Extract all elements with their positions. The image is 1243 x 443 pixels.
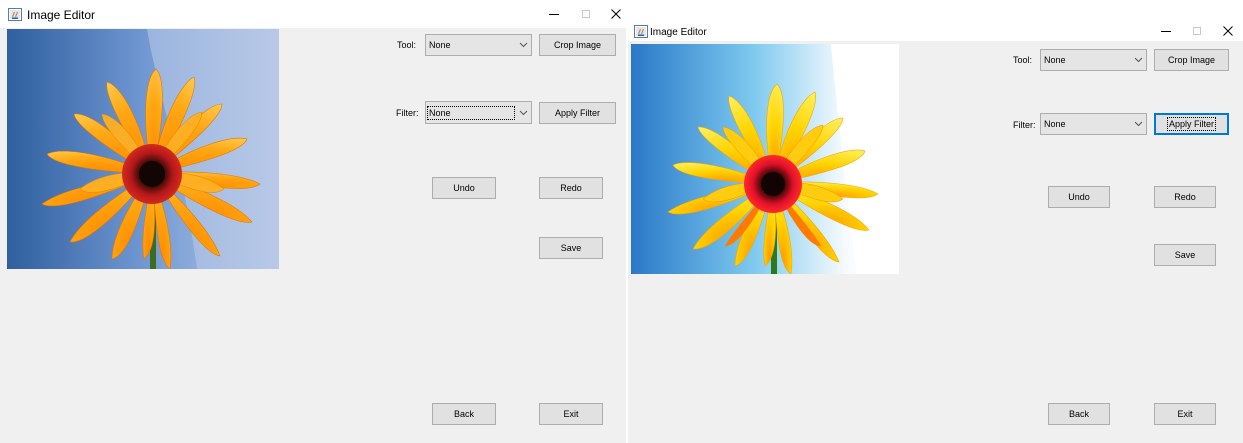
minimize-button[interactable] — [1155, 21, 1177, 41]
tool-dropdown[interactable]: None — [425, 34, 532, 56]
undo-button[interactable]: Undo — [432, 177, 496, 199]
redo-button[interactable]: Redo — [1154, 186, 1216, 208]
title-bar[interactable]: Image Editor — [0, 0, 626, 28]
close-icon — [1223, 26, 1233, 36]
flower-image — [631, 44, 899, 274]
image-editor-window-filtered: Image Editor Image Editor — [628, 21, 1243, 443]
close-icon — [611, 9, 621, 19]
image-display-filtered — [631, 44, 899, 274]
image-editor-window-original: Image Editor Tool: None Crop Image Filte… — [0, 0, 626, 443]
tool-dropdown[interactable]: None — [1040, 49, 1147, 71]
filter-dropdown[interactable]: None — [1040, 113, 1147, 135]
redo-button[interactable]: Redo — [539, 177, 603, 199]
window-title-text: Image Editor — [650, 27, 707, 38]
filter-dropdown[interactable]: None — [425, 101, 532, 124]
back-button[interactable]: Back — [1048, 403, 1110, 425]
filter-dropdown-value: None — [427, 105, 515, 120]
close-button[interactable] — [605, 4, 627, 24]
maximize-icon — [582, 10, 590, 18]
window-title: Image Editor — [27, 8, 96, 22]
image-display-original — [7, 29, 279, 269]
save-button[interactable]: Save — [1154, 244, 1216, 266]
tool-dropdown-value: None — [429, 40, 451, 50]
apply-filter-button[interactable]: Apply Filter — [1154, 113, 1229, 135]
filter-label: Filter: — [1013, 120, 1036, 130]
chevron-down-icon — [519, 42, 528, 48]
maximize-button[interactable] — [1186, 21, 1208, 41]
save-button[interactable]: Save — [539, 237, 603, 259]
minimize-button[interactable] — [543, 4, 565, 24]
tool-dropdown-value: None — [1044, 55, 1066, 65]
tool-label: Tool: — [397, 40, 417, 50]
close-button[interactable] — [1217, 21, 1239, 41]
chevron-down-icon — [1134, 121, 1143, 127]
exit-button[interactable]: Exit — [1154, 403, 1216, 425]
undo-button[interactable]: Undo — [1048, 186, 1110, 208]
minimize-icon — [1161, 31, 1171, 32]
crop-image-button[interactable]: Crop Image — [1154, 49, 1229, 71]
filter-label: Filter: — [396, 108, 419, 118]
maximize-button[interactable] — [575, 4, 597, 24]
chevron-down-icon — [1134, 57, 1143, 63]
apply-filter-button[interactable]: Apply Filter — [539, 102, 616, 124]
java-app-icon — [8, 8, 22, 21]
filter-dropdown-value: None — [1044, 119, 1066, 129]
crop-image-button[interactable]: Crop Image — [539, 34, 616, 56]
tool-label: Tool: — [1013, 55, 1033, 65]
minimize-icon — [549, 14, 559, 15]
chevron-down-icon — [519, 110, 528, 115]
exit-button[interactable]: Exit — [539, 403, 603, 425]
java-app-icon — [634, 25, 648, 38]
maximize-icon — [1193, 27, 1201, 35]
back-button[interactable]: Back — [432, 403, 496, 425]
flower-image — [7, 29, 279, 269]
